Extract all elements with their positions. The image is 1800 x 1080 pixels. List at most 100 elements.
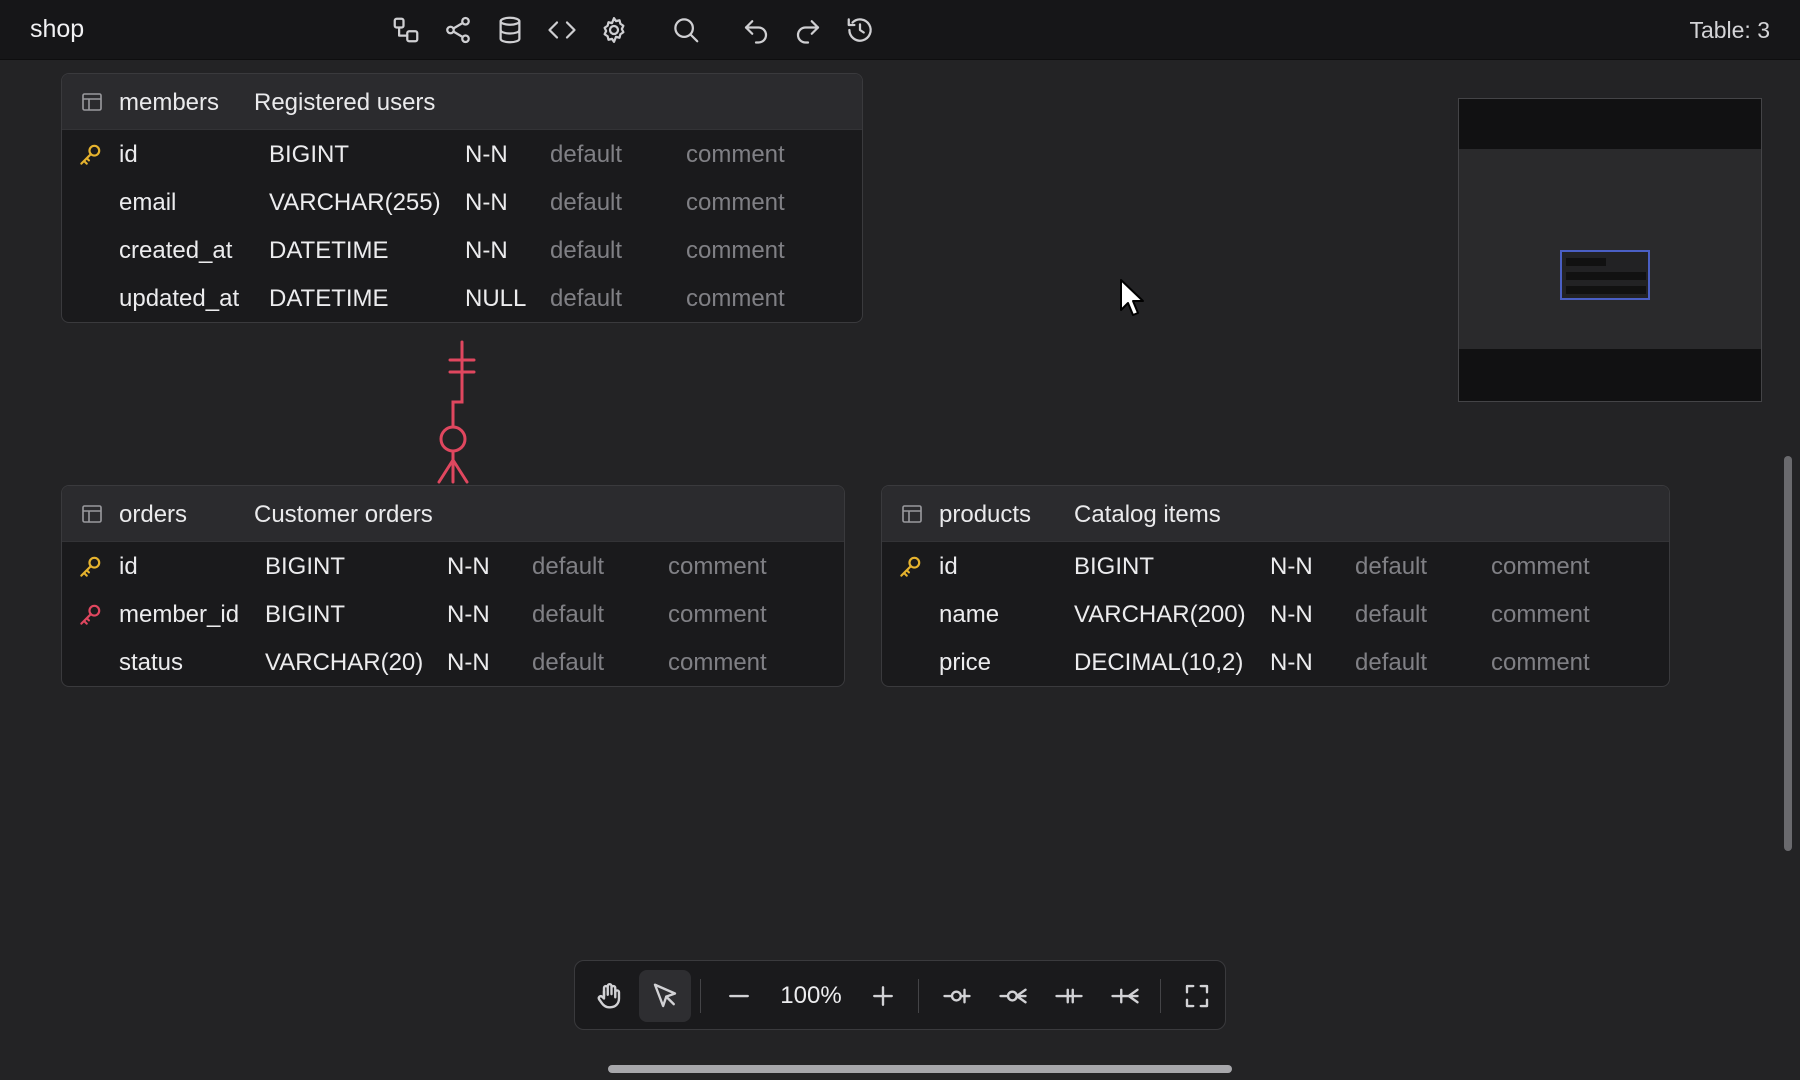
column-comment: comment [1491, 601, 1590, 628]
share-icon[interactable] [440, 12, 476, 48]
column-row[interactable]: created_at DATETIME N-N default comment [62, 226, 862, 274]
column-nullable: N-N [1270, 553, 1313, 580]
zoom-out-icon[interactable] [713, 970, 765, 1022]
column-type: VARCHAR(20) [265, 649, 424, 676]
table-icon [900, 502, 924, 526]
column-default: default [1355, 553, 1428, 580]
column-default: default [532, 553, 605, 580]
column-row[interactable]: name VARCHAR(200) N-N default comment [882, 590, 1669, 638]
column-nullable: N-N [465, 141, 508, 168]
column-comment: comment [668, 601, 767, 628]
primary-key-icon [77, 554, 103, 580]
column-row[interactable]: id BIGINT N-N default comment [62, 130, 862, 178]
column-type: VARCHAR(200) [1074, 601, 1246, 628]
relation-one-one-icon[interactable] [1043, 970, 1095, 1022]
table-header[interactable]: products Catalog items [882, 486, 1669, 542]
minimap-viewport[interactable] [1560, 250, 1650, 300]
column-type: BIGINT [265, 553, 346, 580]
zoom-in-icon[interactable] [857, 970, 909, 1022]
column-name: id [119, 553, 138, 580]
column-type: DECIMAL(10,2) [1074, 649, 1244, 676]
column-comment: comment [1491, 553, 1590, 580]
column-name: price [939, 649, 992, 676]
relation-line[interactable] [420, 340, 490, 484]
search-icon[interactable] [668, 12, 704, 48]
undo-icon[interactable] [738, 12, 774, 48]
column-default: default [550, 141, 623, 168]
database-icon[interactable] [492, 12, 528, 48]
column-name: id [939, 553, 958, 580]
layout-icon[interactable] [388, 12, 424, 48]
hand-icon[interactable] [583, 970, 635, 1022]
mouse-cursor-icon [1120, 279, 1144, 316]
column-row[interactable]: member_id BIGINT N-N default comment [62, 590, 844, 638]
column-row[interactable]: updated_at DATETIME NULL default comment [62, 274, 862, 322]
toolbar-divider [700, 979, 701, 1013]
minimap[interactable] [1458, 98, 1762, 402]
table-products[interactable]: products Catalog items id BIGINT N-N def… [881, 485, 1670, 687]
column-name: updated_at [119, 285, 240, 312]
column-comment: comment [686, 237, 785, 264]
zoom-level[interactable]: 100% [775, 982, 847, 1010]
column-row[interactable]: id BIGINT N-N default comment [882, 542, 1669, 590]
column-name: id [119, 141, 138, 168]
code-icon[interactable] [544, 12, 580, 48]
column-name: member_id [119, 601, 240, 628]
relation-zero-many-icon[interactable] [987, 970, 1039, 1022]
column-default: default [532, 601, 605, 628]
column-type: DATETIME [269, 237, 389, 264]
erd-canvas[interactable]: members Registered users id BIGINT N-N d… [0, 60, 1800, 1080]
column-type: BIGINT [1074, 553, 1155, 580]
column-row[interactable]: price DECIMAL(10,2) N-N default comment [882, 638, 1669, 686]
column-type: BIGINT [265, 601, 346, 628]
column-comment: comment [686, 141, 785, 168]
gear-icon[interactable] [596, 12, 632, 48]
column-nullable: N-N [447, 553, 490, 580]
column-default: default [1355, 601, 1428, 628]
column-type: DATETIME [269, 285, 389, 312]
column-type: BIGINT [269, 141, 350, 168]
redo-icon[interactable] [790, 12, 826, 48]
table-header[interactable]: orders Customer orders [62, 486, 844, 542]
column-nullable: N-N [447, 601, 490, 628]
primary-key-icon [897, 554, 923, 580]
column-row[interactable]: email VARCHAR(255) N-N default comment [62, 178, 862, 226]
column-type: VARCHAR(255) [269, 189, 441, 216]
column-default: default [1355, 649, 1428, 676]
table-name: products [939, 501, 1032, 528]
column-comment: comment [686, 285, 785, 312]
history-icon[interactable] [842, 12, 878, 48]
column-nullable: N-N [447, 649, 490, 676]
bottom-toolbar: 100% [574, 960, 1226, 1030]
toolbar-divider [1160, 979, 1161, 1013]
column-comment: comment [1491, 649, 1590, 676]
table-comment: Registered users [254, 89, 436, 116]
column-default: default [550, 285, 623, 312]
horizontal-scrollbar[interactable] [608, 1065, 1232, 1073]
relation-zero-one-icon[interactable] [931, 970, 983, 1022]
column-nullable: N-N [465, 189, 508, 216]
column-name: status [119, 649, 184, 676]
fullscreen-icon[interactable] [1171, 970, 1223, 1022]
column-comment: comment [668, 649, 767, 676]
column-default: default [550, 189, 623, 216]
table-header[interactable]: members Registered users [62, 74, 862, 130]
column-row[interactable]: id BIGINT N-N default comment [62, 542, 844, 590]
column-row[interactable]: status VARCHAR(20) N-N default comment [62, 638, 844, 686]
table-members[interactable]: members Registered users id BIGINT N-N d… [61, 73, 863, 323]
column-default: default [532, 649, 605, 676]
minimap-canvas-area [1459, 149, 1761, 349]
vertical-scrollbar[interactable] [1784, 456, 1792, 851]
column-comment: comment [668, 553, 767, 580]
table-icon [80, 90, 104, 114]
primary-key-icon [77, 142, 103, 168]
table-name: orders [119, 501, 188, 528]
column-name: email [119, 189, 177, 216]
table-orders[interactable]: orders Customer orders id BIGINT N-N def… [61, 485, 845, 687]
column-name: created_at [119, 237, 233, 264]
relation-one-many-icon[interactable] [1099, 970, 1151, 1022]
select-pointer-icon[interactable] [639, 970, 691, 1022]
column-default: default [550, 237, 623, 264]
table-name: members [119, 89, 220, 116]
column-comment: comment [686, 189, 785, 216]
